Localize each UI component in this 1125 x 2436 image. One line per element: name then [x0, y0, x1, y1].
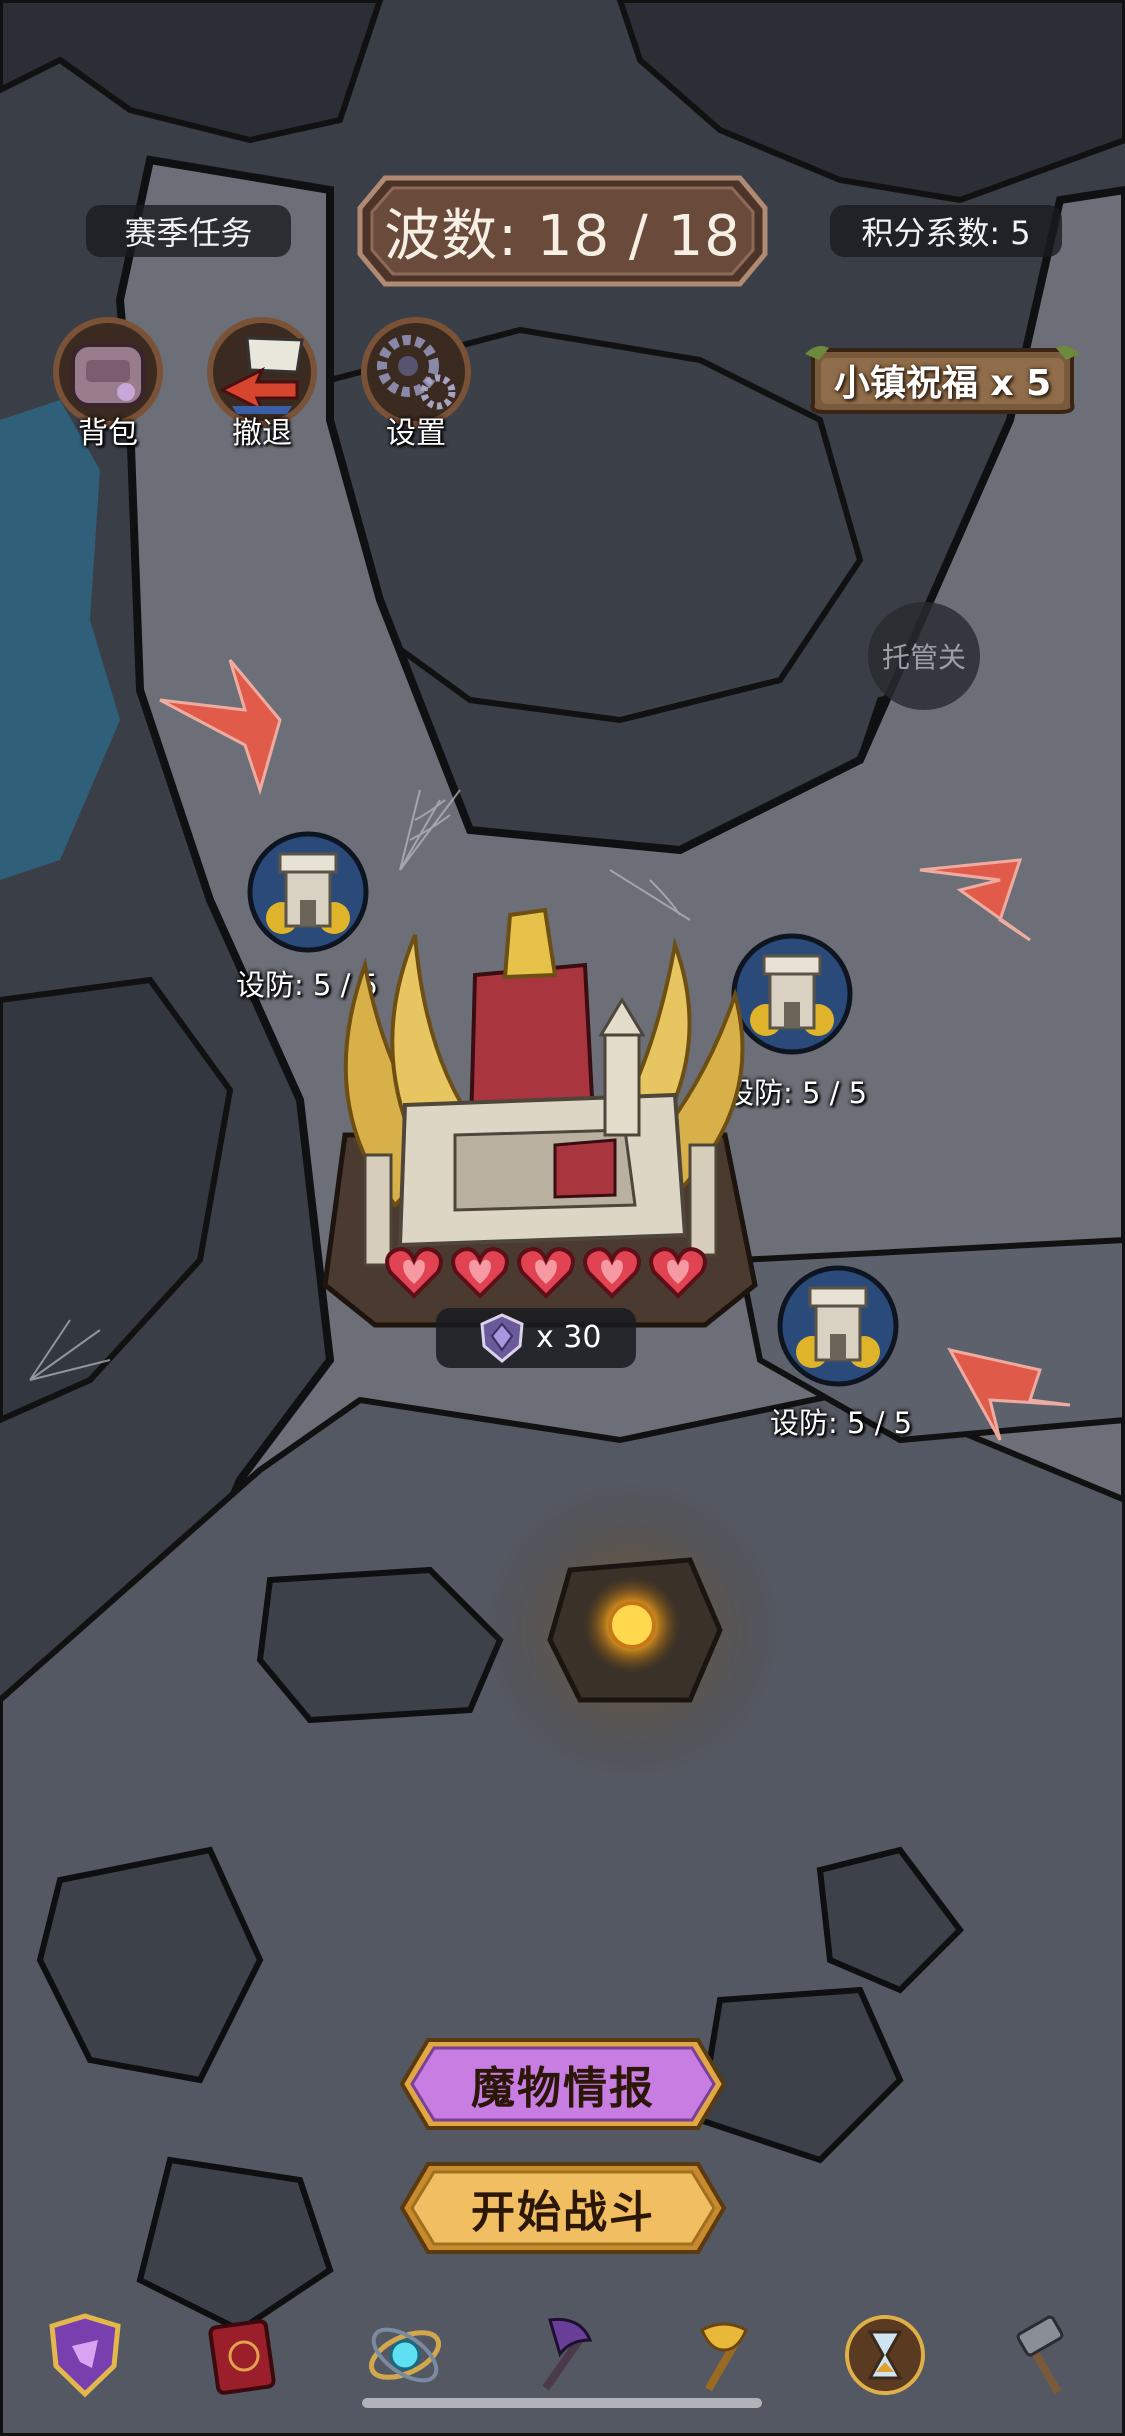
heart-icon — [583, 1247, 641, 1299]
score-factor-badge: 积分系数: 5 — [830, 205, 1062, 257]
settings-label: 设置 — [386, 416, 446, 451]
retreat-label: 撤退 — [232, 416, 292, 451]
start-battle-button[interactable]: 开始战斗 — [398, 2158, 728, 2258]
hourglass-icon[interactable] — [840, 2310, 930, 2400]
season-tasks-button[interactable]: 赛季任务 — [86, 205, 291, 257]
wave-label: 波数: 18 / 18 — [384, 203, 741, 269]
gem-count-label: x 30 — [536, 1320, 602, 1355]
axe-icon[interactable] — [520, 2310, 610, 2400]
gem-counter: x 30 — [436, 1308, 636, 1368]
town-blessing-badge[interactable]: 小镇祝福 x 5 — [805, 342, 1080, 418]
bag-label: 背包 — [78, 416, 138, 451]
crest-gem-icon — [480, 1313, 524, 1363]
heart-icon — [517, 1247, 575, 1299]
monster-info-label: 魔物情报 — [471, 2063, 655, 2114]
auto-battle-toggle[interactable]: 托管关 — [868, 602, 980, 710]
orb-armillary-icon[interactable] — [360, 2310, 450, 2400]
castle-health — [384, 1244, 714, 1300]
watchtower-icon — [777, 1265, 899, 1387]
shield-crest-icon[interactable] — [40, 2310, 130, 2400]
heart-icon — [649, 1247, 707, 1299]
tower-3-defense-label: 设防: 5 / 5 — [770, 1406, 913, 1440]
spellbook-icon[interactable] — [200, 2310, 290, 2400]
defense-tower-3[interactable] — [776, 1264, 900, 1388]
settings-button[interactable]: 设置 — [346, 310, 486, 451]
home-indicator — [362, 2398, 762, 2408]
heart-icon — [385, 1247, 443, 1299]
town-blessing-label: 小镇祝福 x 5 — [833, 363, 1052, 404]
heart-icon — [451, 1247, 509, 1299]
start-battle-label: 开始战斗 — [471, 2187, 655, 2238]
golden-axe-icon[interactable] — [680, 2310, 770, 2400]
retreat-button[interactable]: 撤退 — [192, 310, 332, 451]
bottom-toolbar — [40, 2310, 1090, 2410]
wave-counter: 波数: 18 / 18 — [355, 172, 770, 290]
monster-info-button[interactable]: 魔物情报 — [398, 2034, 728, 2134]
hammer-icon[interactable] — [1000, 2310, 1090, 2400]
bag-button[interactable]: 背包 — [38, 310, 178, 451]
